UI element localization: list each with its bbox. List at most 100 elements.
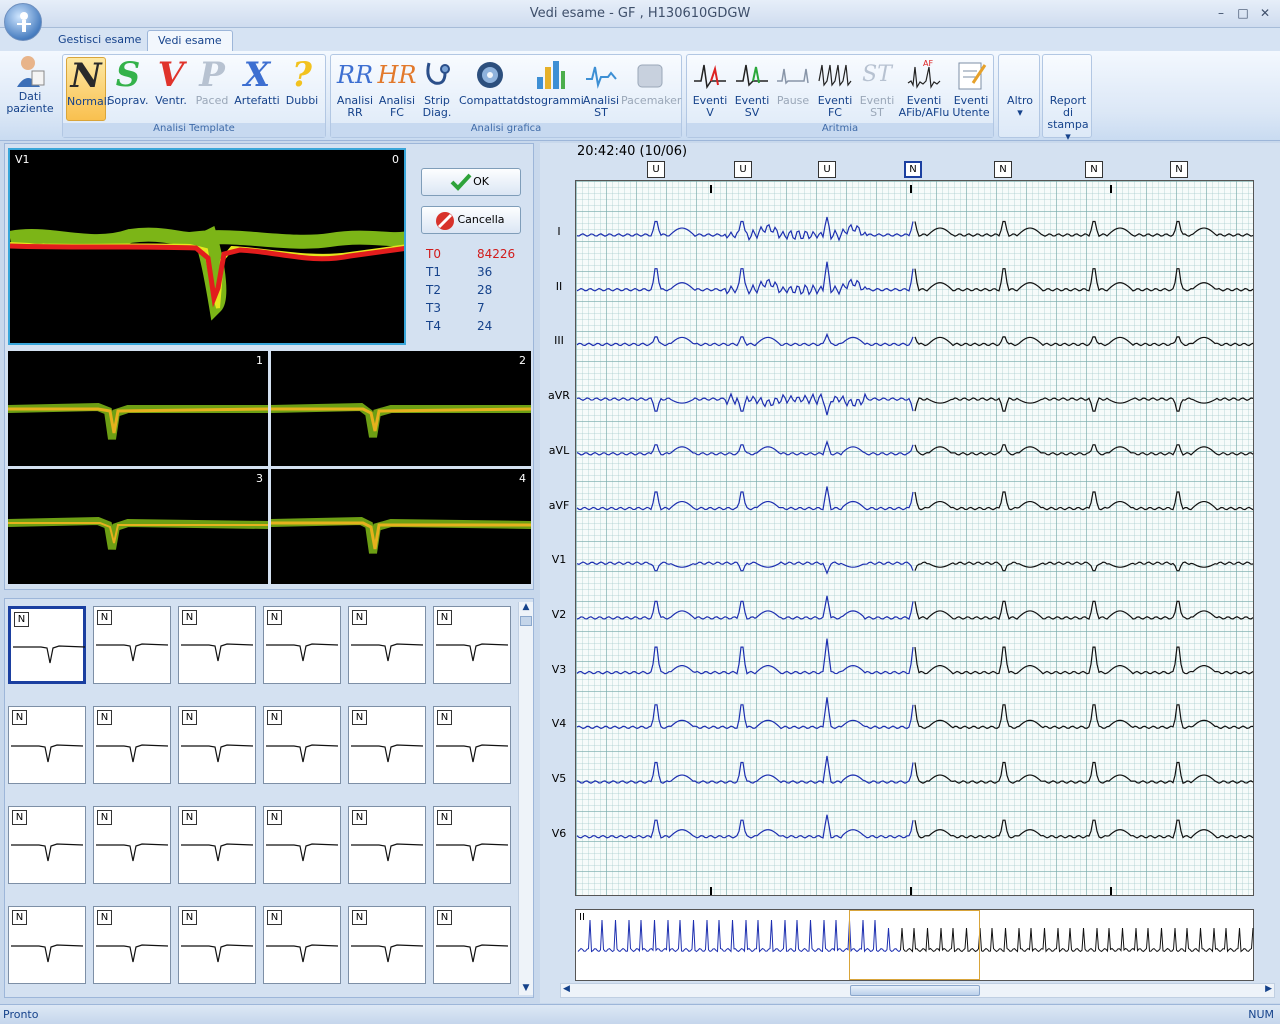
beat-thumbnail[interactable]: N <box>178 706 256 784</box>
lead-label: aVR <box>548 389 570 403</box>
eventi-utente-button[interactable]: Eventi Utente <box>951 57 991 121</box>
eventi-st-button[interactable]: ST Eventi ST <box>857 57 897 121</box>
minimize-button[interactable]: – <box>1210 4 1232 22</box>
beat-mark[interactable]: N <box>994 161 1012 178</box>
template-count-key: T0 <box>426 247 441 261</box>
cancel-button[interactable]: Cancella <box>421 206 521 234</box>
lead-label: aVF <box>548 498 570 512</box>
beat-waveform-path <box>351 744 424 763</box>
beat-mark[interactable]: U <box>818 161 836 178</box>
eventi-v-button[interactable]: Eventi V <box>689 57 731 121</box>
paced-button[interactable]: P Paced <box>193 57 231 121</box>
eventi-fc-button[interactable]: Eventi FC <box>815 57 855 121</box>
beat-mark[interactable]: U <box>734 161 752 178</box>
close-button[interactable]: ✕ <box>1254 4 1276 22</box>
scroll-thumb[interactable] <box>520 616 532 626</box>
n-letter-icon: N <box>70 56 102 96</box>
s-letter-icon: S <box>115 55 141 95</box>
beat-thumbnail[interactable]: N <box>93 906 171 984</box>
beat-waveform <box>266 643 339 662</box>
beat-thumbnail[interactable]: N <box>178 906 256 984</box>
beat-thumbnail[interactable]: N <box>263 706 341 784</box>
beat-mark[interactable]: N <box>1085 161 1103 178</box>
cancel-label: Cancella <box>457 213 505 226</box>
template-count-key: T1 <box>426 265 441 279</box>
beat-thumbnail[interactable]: N <box>8 906 86 984</box>
template-view-3[interactable]: 3 <box>8 469 268 584</box>
beat-thumbnail[interactable]: N <box>263 606 341 684</box>
horizontal-scroll-thumb[interactable] <box>850 985 980 996</box>
istogrammi-button[interactable]: Istogrammi <box>521 57 584 121</box>
beat-thumbnail[interactable]: N <box>178 606 256 684</box>
ok-button[interactable]: OK <box>421 168 521 196</box>
pacemaker-button[interactable]: Pacemaker <box>621 57 681 121</box>
analisi-st-button[interactable]: Analisi ST <box>581 57 621 121</box>
beat-thumbnail[interactable]: N <box>348 606 426 684</box>
scroll-up-icon[interactable]: ▲ <box>519 602 533 614</box>
overview-lead-label: II <box>579 912 585 923</box>
tab-gestisci-esame[interactable]: Gestisci esame <box>48 30 151 51</box>
template-view-4[interactable]: 4 <box>271 469 531 584</box>
ventricolari-button[interactable]: V Ventr. <box>151 57 191 121</box>
beat-waveform-path <box>181 744 254 763</box>
analisi-fc-button[interactable]: HR Analisi FC <box>377 57 417 121</box>
template-view-1[interactable]: 1 <box>8 351 268 466</box>
scroll-down-icon[interactable]: ▼ <box>519 983 533 995</box>
scroll-right-icon[interactable]: ▶ <box>1265 984 1272 994</box>
beat-waveform <box>11 744 84 763</box>
beat-thumbnail[interactable]: N <box>8 806 86 884</box>
compattato-button[interactable]: Compattato <box>459 57 524 121</box>
beat-waveform <box>181 944 254 963</box>
ecg-panel: 20:42:40 (10/06) UUUNNNN885916849 IIIIII… <box>540 143 1280 1003</box>
ecg-lead-trace-current <box>914 646 1254 675</box>
beat-thumbnail[interactable]: N <box>433 906 511 984</box>
main-template-view[interactable]: V1 0 <box>8 148 406 345</box>
beat-thumbnail[interactable]: N <box>93 606 171 684</box>
eventi-sv-button[interactable]: Eventi SV <box>731 57 773 121</box>
beat-thumbnail[interactable]: N <box>8 606 86 684</box>
template-trace-3 <box>8 516 268 550</box>
ecg-lead-trace-history <box>576 755 914 784</box>
ecg-strip[interactable] <box>575 180 1254 896</box>
strip-diag-button[interactable]: Strip Diag. <box>419 57 455 121</box>
pause-button[interactable]: Pause <box>773 57 813 121</box>
beat-mark[interactable]: N <box>1170 161 1188 178</box>
beat-thumbnail[interactable]: N <box>433 806 511 884</box>
beat-mark[interactable]: N <box>904 161 922 178</box>
beat-mark[interactable]: U <box>647 161 665 178</box>
heart-person-icon <box>17 12 31 32</box>
artefatti-button[interactable]: X Artefatti <box>233 57 281 121</box>
scroll-left-icon[interactable]: ◀ <box>563 984 570 994</box>
ecg-horizontal-scrollbar[interactable]: ◀ ▶ <box>560 983 1275 998</box>
overview-selection[interactable] <box>849 910 980 980</box>
dubbi-button[interactable]: ? Dubbi <box>283 57 321 121</box>
template-view-2[interactable]: 2 <box>271 351 531 466</box>
tab-vedi-esame[interactable]: Vedi esame <box>147 30 233 51</box>
ecg-lead-trace-history <box>576 638 914 675</box>
maximize-button[interactable]: □ <box>1232 4 1254 22</box>
beat-thumbnail[interactable]: N <box>263 906 341 984</box>
beat-thumbnail[interactable]: N <box>93 806 171 884</box>
beat-thumbnail[interactable]: N <box>348 806 426 884</box>
question-letter-icon: ? <box>292 55 312 95</box>
beat-thumbnail[interactable]: N <box>433 606 511 684</box>
beat-thumbnail[interactable]: N <box>178 806 256 884</box>
normali-button[interactable]: N Normali <box>66 56 110 121</box>
beat-waveform-path <box>11 843 84 862</box>
rhythm-overview[interactable]: II <box>575 909 1254 981</box>
beat-thumbnail[interactable]: N <box>348 706 426 784</box>
analisi-rr-button[interactable]: RR Analisi RR <box>335 57 375 121</box>
beat-thumbnail[interactable]: N <box>433 706 511 784</box>
beat-grid-scrollbar[interactable]: ▲ ▼ <box>518 602 533 995</box>
beat-thumbnail[interactable]: N <box>8 706 86 784</box>
v-letter-icon: V <box>157 55 185 95</box>
main-template-index: 0 <box>392 153 399 166</box>
beat-thumbnail[interactable]: N <box>348 906 426 984</box>
sopraventricolari-button[interactable]: S Soprav. <box>107 57 149 121</box>
beat-thumbnail[interactable]: N <box>93 706 171 784</box>
eventi-afib-button[interactable]: AF Eventi AFib/AFlu <box>897 57 951 121</box>
application-menu-button[interactable] <box>4 3 42 41</box>
patient-data-button[interactable]: Dati paziente <box>4 53 56 117</box>
beat-waveform <box>436 643 509 662</box>
beat-thumbnail[interactable]: N <box>263 806 341 884</box>
